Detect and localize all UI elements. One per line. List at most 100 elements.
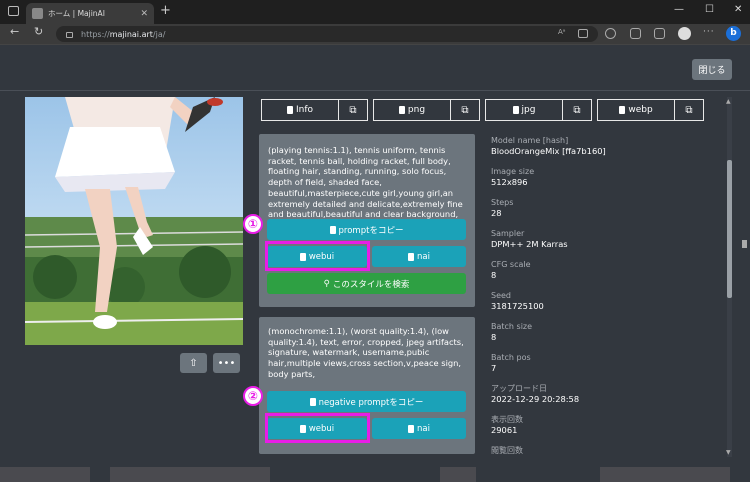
meta-sampler: Sampler DPM++ 2M Karras [491,229,721,250]
favicon-icon [32,8,43,19]
tab-title: ホーム | MajinAI [48,9,105,18]
meta-steps: Steps 28 [491,198,721,219]
copy-png-button[interactable]: png [374,100,451,120]
meta-view-count: 表示回数 29061 [491,415,721,436]
scroll-up-icon[interactable]: ▲ [726,98,731,105]
top-line [0,44,750,45]
clipboard-icon [512,106,519,114]
copy-negative-prompt-button[interactable]: negative promptをコピー [267,391,466,412]
page-scroll-handle[interactable] [742,240,747,248]
minimize-button[interactable]: — [674,4,684,15]
search-icon: ⚲ [323,278,330,289]
meta-value: BloodOrangeMix [ffa7b160] [491,146,606,156]
meta-value: 512x896 [491,177,528,187]
background-thumbnail [600,467,730,482]
clipboard-icon [619,106,626,114]
meta-batch-size: Batch size 8 [491,322,721,343]
background-thumbnail [0,467,90,482]
meta-seed: Seed 3181725100 [491,291,721,312]
header-divider [0,90,750,91]
meta-key: CFG scale [491,260,531,269]
read-aloud-icon[interactable]: Aᵃ [558,28,566,36]
meta-batch-pos: Batch pos 7 [491,353,721,374]
meta-key: Batch size [491,322,533,331]
lock-icon [66,32,73,38]
address-bar[interactable]: https://majinai.art/ja/ Aᵃ [56,26,598,42]
meta-key: Batch pos [491,353,531,362]
clipboard-icon [408,424,415,433]
copy-webp-button[interactable]: webp [598,100,675,120]
meta-key: アップロード日 [491,384,547,393]
clipboard-icon [286,106,293,114]
generated-image [25,97,243,345]
format-png-button[interactable]: png ⧉ [373,99,480,121]
extensions-icon[interactable] [605,28,616,39]
background-thumbnail [110,467,270,482]
scrollbar-thumb[interactable] [727,160,732,298]
favorites-star-icon[interactable] [578,29,588,38]
more-button[interactable]: ••• [213,353,240,373]
clipboard-icon [398,106,405,114]
meta-key: Model name [hash] [491,136,569,145]
meta-value: 8 [491,332,497,342]
meta-key: Image size [491,167,535,176]
clipboard-icon [329,225,336,234]
meta-browse-count: 閲覧回数 [491,446,721,456]
tab-strip: ホーム | MajinAI ✕ + — ☐ ✕ [0,0,750,24]
copy-jpg-button[interactable]: jpg [486,100,563,120]
meta-value: 8 [491,270,497,280]
external-link-icon[interactable]: ⧉ [675,100,703,120]
format-jpg-button[interactable]: jpg ⧉ [485,99,592,121]
illustration-image [25,97,243,345]
meta-upload-date: アップロード日 2022-12-29 20:28:58 [491,384,721,405]
external-link-icon[interactable]: ⧉ [339,100,367,120]
new-tab-button[interactable]: + [160,4,171,18]
highlight-box-webui-1 [265,241,370,271]
meta-image-size: Image size 512x896 [491,167,721,188]
copy-prompt-button[interactable]: promptをコピー [267,219,466,240]
meta-value: DPM++ 2M Karras [491,239,568,249]
copy-info-button[interactable]: Info [262,100,339,120]
format-webp-button[interactable]: webp ⧉ [597,99,704,121]
url-text: https://majinai.art/ja/ [81,29,166,39]
prompt-text: (playing tennis:1.1), tennis uniform, te… [268,145,463,220]
reload-button[interactable]: ↻ [34,25,43,38]
background-thumbnail [440,467,476,482]
collections-icon[interactable] [654,28,665,39]
external-link-icon[interactable]: ⧉ [451,100,479,120]
meta-cfg-scale: CFG scale 8 [491,260,721,281]
meta-model: Model name [hash] BloodOrangeMix [ffa7b1… [491,136,721,157]
meta-value: 7 [491,363,497,373]
browser-tab[interactable]: ホーム | MajinAI ✕ [26,3,154,24]
maximize-button[interactable]: ☐ [705,4,714,15]
meta-key: Seed [491,291,511,300]
window-close-button[interactable]: ✕ [734,4,742,15]
favorites-icon[interactable] [630,28,641,39]
tab-close-icon[interactable]: ✕ [140,9,148,19]
clipboard-icon [408,252,415,261]
share-button[interactable]: ⇧ [180,353,207,373]
meta-key: 表示回数 [491,415,523,424]
negative-prompt-text: (monochrome:1.1), (worst quality:1.4), (… [268,326,464,379]
meta-key: Steps [491,198,514,207]
tab-actions-icon[interactable] [8,6,19,16]
meta-value: 29061 [491,425,518,435]
profile-avatar[interactable] [678,27,691,40]
external-link-icon[interactable]: ⧉ [563,100,591,120]
close-button[interactable]: 閉じる [692,59,732,80]
meta-value: 2022-12-29 20:28:58 [491,394,580,404]
scroll-down-icon[interactable]: ▼ [726,449,731,456]
prompt-nai-button[interactable]: nai [372,246,466,267]
back-button[interactable]: ← [10,25,19,38]
search-style-button[interactable]: ⚲ このスタイルを検索 [267,273,466,294]
format-info-button[interactable]: Info ⧉ [261,99,368,121]
marker-1: ① [243,214,263,234]
meta-value: 3181725100 [491,301,544,311]
browser-toolbar: ← ↻ https://majinai.art/ja/ Aᵃ ··· b [0,24,750,44]
marker-2: ② [243,386,263,406]
bing-icon[interactable]: b [726,26,741,41]
negative-nai-button[interactable]: nai [372,418,466,439]
meta-key: Sampler [491,229,525,238]
clipboard-icon [309,397,316,406]
browser-menu-button[interactable]: ··· [703,27,715,37]
